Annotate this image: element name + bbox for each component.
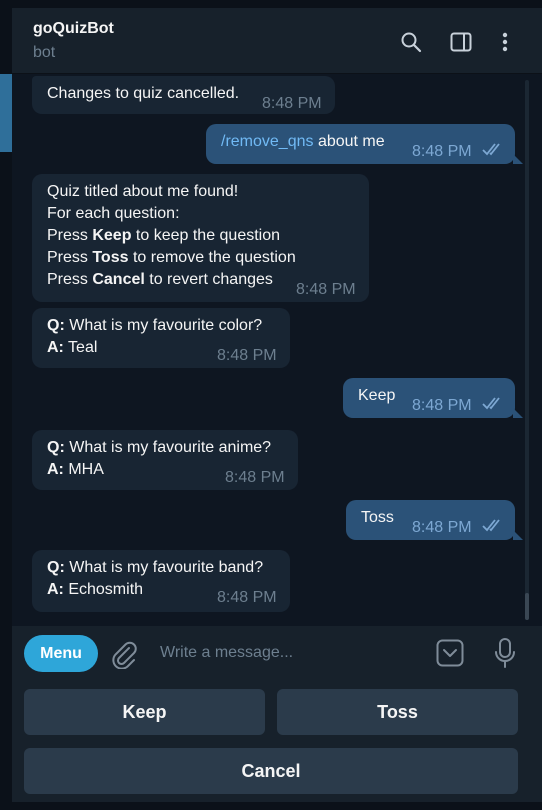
message-input[interactable] [160,640,420,666]
message-composer: Menu [12,626,542,682]
command-link[interactable]: /remove_qns [221,133,314,150]
message-line: Press Toss to remove the question [47,249,296,266]
message-line: Quiz titled about me found! [47,183,239,200]
double-check-icon [482,519,500,532]
message-line: For each question: [47,205,180,222]
question-line: Q: What is my favourite color? [47,317,263,334]
message-bubble-outgoing[interactable]: Toss 8:48 PM [346,500,523,540]
message-bubble-incoming[interactable]: Quiz titled about me found! For each que… [32,174,369,302]
search-icon[interactable] [399,30,423,54]
chat-subtitle: bot [33,44,56,61]
scrollbar-thumb[interactable] [525,593,529,620]
message-time: 8:48 PM [412,397,472,414]
message-time: 8:48 PM [412,143,472,160]
sidebar-toggle-icon[interactable] [449,30,473,54]
chat-title[interactable]: goQuizBot [33,20,114,38]
double-check-icon [482,143,500,156]
cancel-button[interactable]: Cancel [24,748,518,794]
message-text: Toss [361,509,394,526]
bubble-tail [513,154,523,164]
message-bubble-incoming[interactable]: Q: What is my favourite color? A: Teal 8… [32,308,290,368]
message-time: 8:48 PM [217,589,277,606]
message-text: about me [313,133,385,150]
microphone-icon[interactable] [493,637,517,669]
bubble-tail [513,530,523,540]
message-time: 8:48 PM [262,95,322,112]
message-text: Changes to quiz cancelled. [47,85,240,102]
double-check-icon [482,397,500,410]
message-time: 8:48 PM [412,519,472,536]
message-bubble-incoming[interactable]: Q: What is my favourite band? A: Echosmi… [32,550,290,612]
message-list[interactable]: Changes to quiz cancelled. 8:48 PM /remo… [12,74,542,626]
toss-button[interactable]: Toss [277,689,518,735]
chat-header: goQuizBot bot [12,8,542,74]
scrollbar-track[interactable] [525,80,529,620]
more-vertical-icon[interactable] [493,30,517,54]
message-text: Keep [358,387,396,404]
message-time: 8:48 PM [296,281,356,298]
paperclip-icon[interactable] [110,639,138,670]
message-bubble-incoming[interactable]: Changes to quiz cancelled. 8:48 PM [32,76,335,114]
bot-reply-keyboard: Keep Toss Cancel [12,682,542,802]
message-line: Press Keep to keep the question [47,227,281,244]
window-bottom-edge [0,802,542,810]
bubble-tail [513,408,523,418]
question-line: Q: What is my favourite band? [47,559,264,576]
emoji-keyboard-icon[interactable] [436,639,464,667]
message-bubble-incoming[interactable]: Q: What is my favourite anime? A: MHA 8:… [32,430,298,490]
message-bubble-outgoing[interactable]: Keep 8:48 PM [343,378,523,418]
question-line: Q: What is my favourite anime? [47,439,272,456]
message-time: 8:48 PM [217,347,277,364]
keep-button[interactable]: Keep [24,689,265,735]
message-time: 8:48 PM [225,469,285,486]
chat-side-accent [0,74,12,152]
message-bubble-outgoing[interactable]: /remove_qns about me 8:48 PM [206,124,523,164]
bot-menu-button[interactable]: Menu [24,635,98,672]
